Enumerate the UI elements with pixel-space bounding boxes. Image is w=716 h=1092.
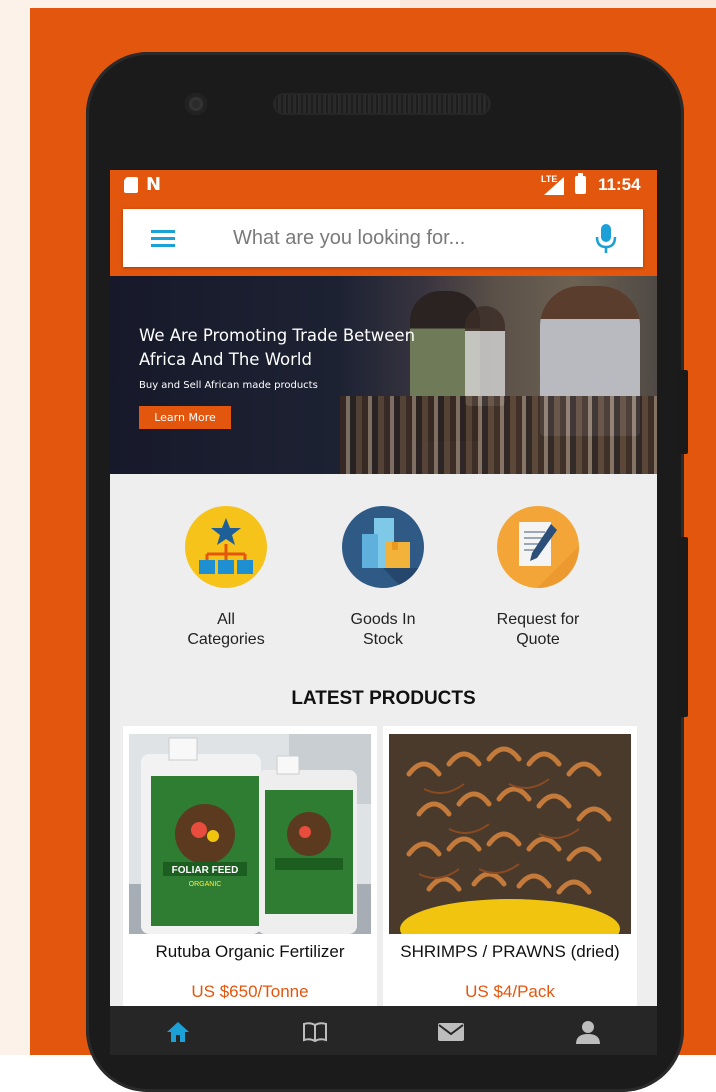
book-icon	[303, 1022, 327, 1043]
phone-volume-button	[678, 370, 688, 454]
category-label: All Categories	[187, 611, 265, 648]
category-request-for-quote[interactable]: Request for Quote	[468, 506, 608, 650]
person-icon	[576, 1021, 600, 1044]
nav-catalog[interactable]	[300, 1020, 330, 1044]
nav-profile[interactable]	[573, 1020, 603, 1044]
category-label: Goods In Stock	[350, 611, 416, 648]
bottom-navigation	[110, 1006, 657, 1055]
banner-photo-person	[465, 306, 505, 406]
app-screen: N LTE 11:54 We Are Promoting Trade Betwe…	[110, 170, 657, 1055]
search-input[interactable]	[233, 209, 563, 267]
app-header	[110, 200, 657, 276]
search-bar	[123, 209, 643, 267]
product-label-subtext: ORGANIC	[189, 881, 222, 888]
product-card[interactable]: FOLIAR FEED ORGANIC Rutuba Organic Ferti…	[123, 726, 377, 1016]
latest-products-title: LATEST PRODUCTS	[291, 688, 476, 709]
stacked-boxes-icon	[342, 506, 424, 588]
earpiece-speaker	[273, 93, 491, 115]
banner-photo-crafts	[340, 396, 657, 474]
category-label: Request for Quote	[496, 611, 580, 648]
product-image	[389, 734, 631, 934]
hierarchy-star-icon	[185, 506, 267, 588]
status-time: 11:54	[598, 175, 641, 194]
mail-icon	[438, 1023, 464, 1041]
nav-home[interactable]	[163, 1020, 193, 1044]
product-price: US $4/Pack	[465, 982, 555, 1001]
promo-banner[interactable]: We Are Promoting Trade Between Africa An…	[110, 276, 657, 474]
microphone-icon[interactable]	[595, 223, 617, 255]
banner-title: We Are Promoting Trade Between Africa An…	[139, 326, 416, 369]
product-image: FOLIAR FEED ORGANIC	[129, 734, 371, 934]
front-camera	[185, 93, 207, 115]
phone-power-button	[678, 537, 688, 717]
product-card[interactable]: SHRIMPS / PRAWNS (dried) US $4/Pack	[383, 726, 637, 1016]
nav-messages[interactable]	[436, 1020, 466, 1044]
product-price: US $650/Tonne	[191, 982, 309, 1001]
category-goods-in-stock[interactable]: Goods In Stock	[313, 506, 453, 650]
hamburger-menu-icon[interactable]	[151, 230, 175, 247]
banner-subtitle: Buy and Sell African made products	[139, 380, 318, 391]
status-bar: N LTE 11:54	[110, 170, 657, 200]
notification-n-icon: N	[146, 174, 162, 195]
product-label-text: FOLIAR FEED	[172, 865, 239, 876]
lte-label: LTE	[541, 174, 558, 184]
category-all-categories[interactable]: All Categories	[156, 506, 296, 650]
home-icon	[167, 1022, 189, 1042]
document-pen-icon	[497, 506, 579, 588]
product-name: SHRIMPS / PRAWNS (dried)	[400, 942, 620, 961]
product-name: Rutuba Organic Fertilizer	[155, 942, 345, 961]
learn-more-button[interactable]: Learn More	[139, 406, 231, 429]
battery-icon	[575, 173, 586, 194]
sd-card-icon	[124, 177, 138, 193]
